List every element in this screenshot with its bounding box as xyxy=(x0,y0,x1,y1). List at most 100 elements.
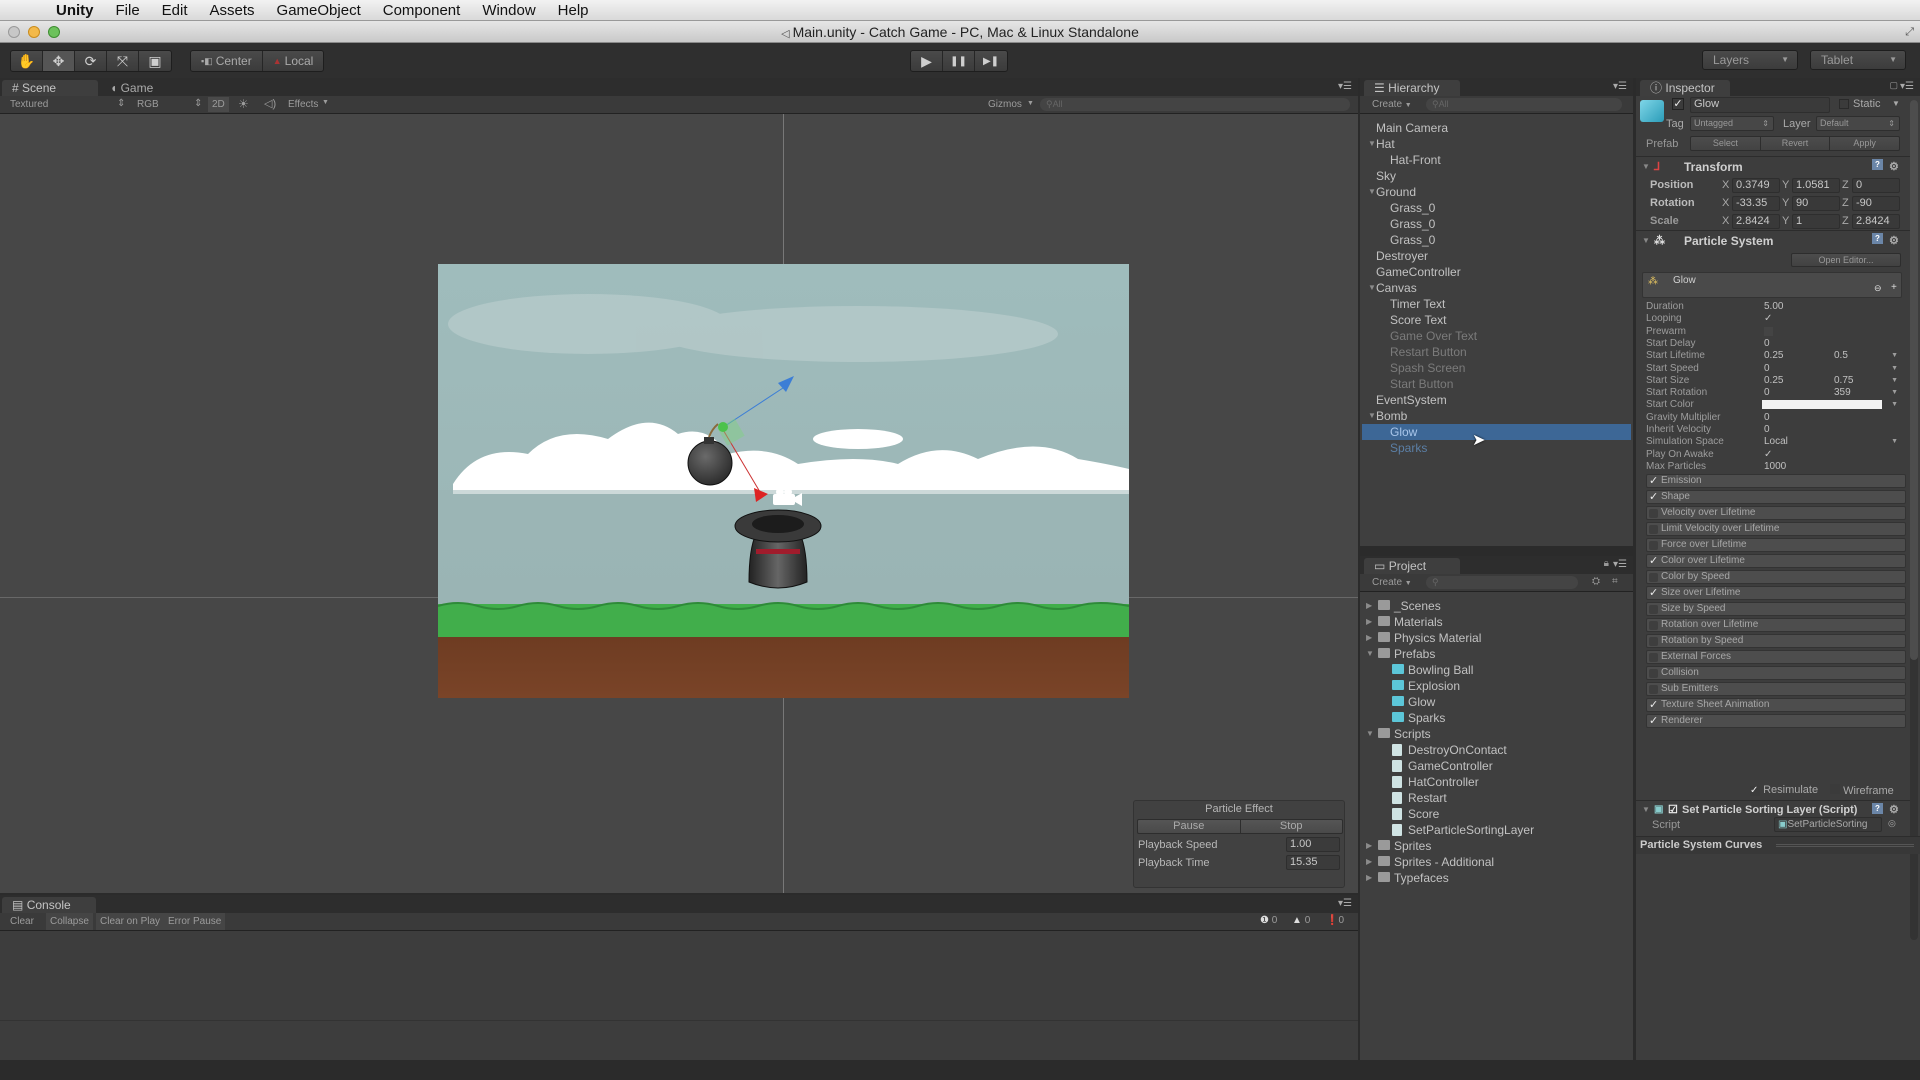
stop-effect-button[interactable]: Stop xyxy=(1241,820,1343,833)
hand-tool-button[interactable]: ✋ xyxy=(11,51,43,71)
zoom-window-button[interactable] xyxy=(48,26,60,38)
module-enabled-checkbox[interactable] xyxy=(1649,573,1658,582)
minimize-window-button[interactable] xyxy=(28,26,40,38)
static-checkbox[interactable] xyxy=(1839,99,1849,109)
gear-icon[interactable]: ⚙ xyxy=(1889,802,1899,818)
scale-x-field[interactable]: 2.8424 xyxy=(1732,214,1780,229)
gizmos-dropdown[interactable]: Gizmos xyxy=(988,99,1022,110)
menu-gameobject[interactable]: GameObject xyxy=(277,2,361,19)
scene-game-view[interactable] xyxy=(438,264,1129,698)
hierarchy-item[interactable]: Grass_0 xyxy=(1390,216,1435,232)
expand-triangle-icon[interactable]: ▼ xyxy=(1366,729,1374,738)
project-create-dropdown[interactable]: Create ▼ xyxy=(1372,577,1412,588)
module-enabled-checkbox[interactable] xyxy=(1649,509,1658,518)
prefab-apply-button[interactable]: Apply xyxy=(1830,137,1899,150)
ps-module-row[interactable]: Rotation by Speed xyxy=(1646,634,1906,648)
tab-inspector[interactable]: ⓘ Inspector xyxy=(1640,80,1730,96)
panel-menu-icon[interactable]: ▾☰ xyxy=(1338,81,1352,92)
layers-dropdown[interactable]: Layers ▼ xyxy=(1702,50,1798,70)
project-item[interactable]: GameController xyxy=(1408,758,1493,774)
ps-field-row[interactable]: Max Particles 1000 xyxy=(1636,460,1910,474)
rotation-y-field[interactable]: 90 xyxy=(1792,196,1840,211)
move-tool-button[interactable]: ✥ xyxy=(43,51,75,71)
clear-on-play-button[interactable]: Clear on Play xyxy=(96,913,165,930)
hierarchy-item[interactable]: Game Over Text xyxy=(1390,328,1477,344)
wireframe-checkbox[interactable] xyxy=(1830,784,1840,794)
hierarchy-item[interactable]: Restart Button xyxy=(1390,344,1467,360)
collapse-triangle-icon[interactable]: ▶ xyxy=(1366,601,1372,610)
project-item[interactable]: Prefabs xyxy=(1394,646,1435,662)
scale-y-field[interactable]: 1 xyxy=(1792,214,1840,229)
menu-help[interactable]: Help xyxy=(558,2,589,19)
hierarchy-item[interactable]: Hat-Front xyxy=(1390,152,1441,168)
playback-time-field[interactable]: 15.35 xyxy=(1286,855,1340,870)
gear-icon[interactable]: ⚙ xyxy=(1889,158,1899,176)
position-z-field[interactable]: 0 xyxy=(1852,178,1900,193)
module-enabled-checkbox[interactable]: ✓ xyxy=(1649,715,1659,727)
hierarchy-item[interactable]: Timer Text xyxy=(1390,296,1445,312)
collapse-triangle-icon[interactable]: ▶ xyxy=(1366,841,1372,850)
remove-system-icon[interactable]: ⊖ xyxy=(1874,283,1882,294)
project-item[interactable]: Restart xyxy=(1408,790,1447,806)
ps-module-row[interactable]: ✓ Renderer xyxy=(1646,714,1906,728)
curves-header[interactable]: Particle System Curves xyxy=(1636,836,1920,854)
hierarchy-create-dropdown[interactable]: Create ▼ xyxy=(1372,99,1412,110)
hierarchy-item[interactable]: Grass_0 xyxy=(1390,232,1435,248)
ps-module-row[interactable]: ✓ Size over Lifetime xyxy=(1646,586,1906,600)
project-item[interactable]: Physics Material xyxy=(1394,630,1481,646)
curves-resize-handle[interactable] xyxy=(1776,844,1914,847)
hierarchy-item[interactable]: Bomb xyxy=(1376,408,1407,424)
module-enabled-checkbox[interactable] xyxy=(1649,541,1658,550)
ps-module-row[interactable]: Size by Speed xyxy=(1646,602,1906,616)
menu-window[interactable]: Window xyxy=(482,2,535,19)
collapse-button[interactable]: Collapse xyxy=(46,913,93,930)
rect-tool-button[interactable]: ▣ xyxy=(139,51,171,71)
rotation-z-field[interactable]: -90 xyxy=(1852,196,1900,211)
collapse-triangle-icon[interactable]: ▶ xyxy=(1366,633,1372,642)
module-enabled-checkbox[interactable]: ✓ xyxy=(1649,587,1659,599)
ps-module-row[interactable]: Limit Velocity over Lifetime xyxy=(1646,522,1906,536)
render-mode-dropdown[interactable]: RGB xyxy=(137,99,159,110)
wireframe-toggle[interactable]: Wireframe xyxy=(1830,784,1894,797)
hierarchy-item[interactable]: Start Button xyxy=(1390,376,1453,392)
menu-edit[interactable]: Edit xyxy=(162,2,188,19)
ps-module-row[interactable]: Force over Lifetime xyxy=(1646,538,1906,552)
hierarchy-item[interactable]: Spash Screen xyxy=(1390,360,1465,376)
hierarchy-item[interactable]: Canvas xyxy=(1376,280,1417,296)
project-item[interactable]: SetParticleSortingLayer xyxy=(1408,822,1534,838)
panel-menu-icon[interactable]: ▾☰ xyxy=(1613,81,1627,92)
module-enabled-checkbox[interactable]: ✓ xyxy=(1649,491,1659,503)
hierarchy-item[interactable]: Sparks xyxy=(1390,440,1427,456)
module-enabled-checkbox[interactable] xyxy=(1649,669,1658,678)
scene-search-input[interactable]: ⚲All xyxy=(1040,98,1350,111)
audio-toggle-icon[interactable]: ◁) xyxy=(264,97,276,110)
rotate-tool-button[interactable]: ⟳ xyxy=(75,51,107,71)
ps-module-row[interactable]: ✓ Color over Lifetime xyxy=(1646,554,1906,568)
expand-triangle-icon[interactable]: ▼ xyxy=(1368,139,1376,148)
open-editor-button[interactable]: Open Editor... xyxy=(1791,253,1901,267)
ps-module-row[interactable]: Rotation over Lifetime xyxy=(1646,618,1906,632)
expand-triangle-icon[interactable]: ▼ xyxy=(1368,283,1376,292)
tab-game[interactable]: ◖ Game xyxy=(100,80,200,96)
filter-by-type-icon[interactable]: ⛭ xyxy=(1592,576,1600,587)
scale-z-field[interactable]: 2.8424 xyxy=(1852,214,1900,229)
ps-module-row[interactable]: External Forces xyxy=(1646,650,1906,664)
prefab-select-button[interactable]: Select xyxy=(1691,137,1761,150)
hierarchy-item[interactable]: Hat xyxy=(1376,136,1395,152)
script-enabled-checkbox[interactable]: ☑ xyxy=(1668,802,1678,818)
ps-module-row[interactable]: Color by Speed xyxy=(1646,570,1906,584)
filter-by-label-icon[interactable]: ⌗ xyxy=(1612,576,1618,587)
panel-menu-icon[interactable]: ▾☰ xyxy=(1338,898,1352,909)
resimulate-checkbox[interactable]: ✓ xyxy=(1750,786,1760,796)
tab-project[interactable]: ▭ Project xyxy=(1364,558,1460,574)
scrollbar-thumb[interactable] xyxy=(1910,100,1918,660)
shading-mode-dropdown[interactable]: Textured xyxy=(10,99,48,110)
static-dropdown-icon[interactable]: ▼ xyxy=(1892,99,1900,108)
warning-count-toggle[interactable]: ▲ 0 xyxy=(1292,915,1310,926)
effects-dropdown[interactable]: Effects xyxy=(288,99,318,110)
start-color-swatch[interactable] xyxy=(1762,400,1882,410)
project-item[interactable]: HatController xyxy=(1408,774,1479,790)
module-enabled-checkbox[interactable] xyxy=(1649,621,1658,630)
project-item[interactable]: Glow xyxy=(1408,694,1435,710)
module-enabled-checkbox[interactable] xyxy=(1649,605,1658,614)
